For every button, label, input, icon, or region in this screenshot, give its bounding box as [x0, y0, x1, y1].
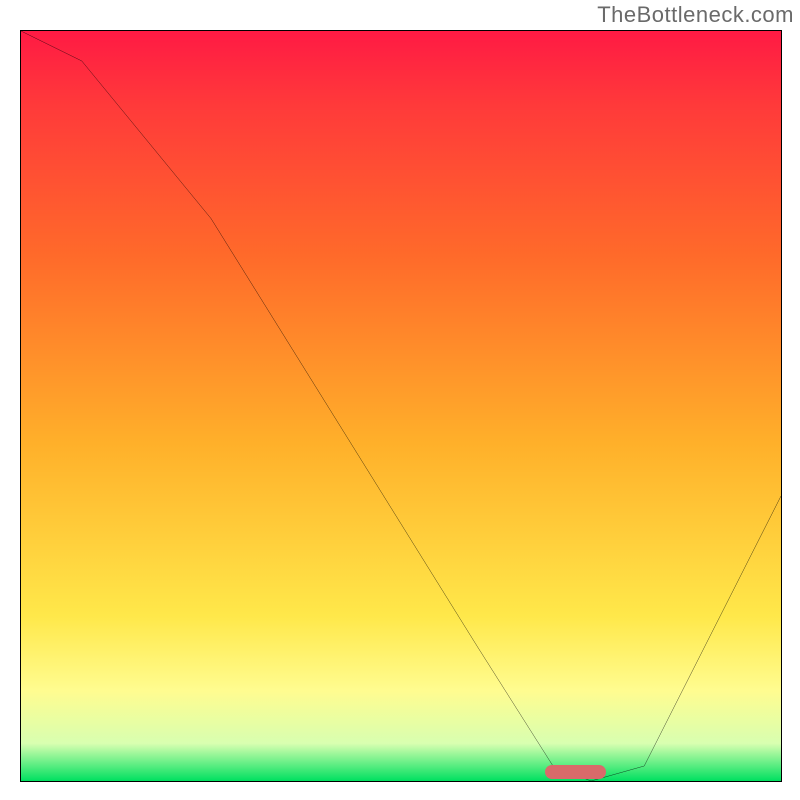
optimal-marker: [545, 765, 606, 779]
watermark-text: TheBottleneck.com: [597, 2, 794, 28]
chart-frame: TheBottleneck.com: [0, 0, 800, 800]
bottleneck-curve: [21, 31, 781, 781]
plot-area: [20, 30, 782, 782]
